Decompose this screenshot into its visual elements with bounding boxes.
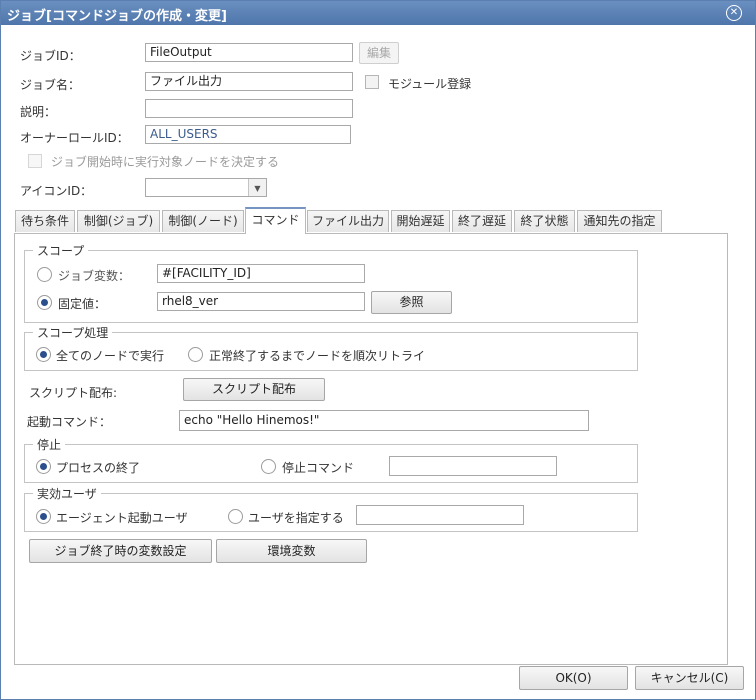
tab-control-job[interactable]: 制御(ジョブ) [77, 210, 160, 232]
fixed-value-label: 固定値： [58, 297, 107, 311]
owner-role-input[interactable]: ALL_USERS [145, 125, 351, 144]
owner-role-label: オーナーロールID： [20, 131, 129, 145]
edit-button[interactable]: 編集 [359, 42, 399, 64]
dialog-window: ジョブ[コマンドジョブの作成・変更] ✕ ジョブID： FileOutput 編… [0, 0, 756, 700]
fixed-value-input[interactable]: rhel8_ver [157, 292, 365, 311]
specify-user-radio[interactable] [228, 509, 243, 524]
tab-notification[interactable]: 通知先の指定 [577, 210, 662, 232]
ok-button[interactable]: OK(O) [519, 666, 628, 690]
start-command-label: 起動コマンド： [27, 415, 112, 429]
cancel-button[interactable]: キャンセル(C) [635, 666, 744, 690]
job-variable-label: ジョブ変数： [58, 269, 131, 283]
process-end-label: プロセスの終了 [56, 461, 141, 475]
fixed-value-radio[interactable] [37, 295, 52, 310]
var-setting-button[interactable]: ジョブ終了時の変数設定 [29, 539, 212, 563]
job-name-input[interactable]: ファイル出力 [145, 72, 353, 91]
icon-id-label: アイコンID： [20, 184, 93, 198]
module-register-label: モジュール登録 [388, 77, 472, 91]
tab-wait-condition[interactable]: 待ち条件 [15, 210, 75, 232]
job-id-label: ジョブID： [20, 49, 81, 63]
effective-user-title: 実効ユーザ [33, 485, 101, 502]
script-distribution-label: スクリプト配布: [29, 386, 118, 400]
retry-nodes-radio[interactable] [188, 347, 203, 362]
decide-node-label: ジョブ開始時に実行対象ノードを決定する [51, 155, 280, 169]
close-icon[interactable]: ✕ [726, 5, 742, 21]
title-bar: ジョブ[コマンドジョブの作成・変更] ✕ [1, 1, 755, 25]
tab-start-delay[interactable]: 開始遅延 [391, 210, 450, 232]
stop-command-radio[interactable] [261, 459, 276, 474]
decide-node-checkbox[interactable] [28, 154, 42, 168]
script-distribution-button[interactable]: スクリプト配布 [183, 378, 325, 401]
job-id-input[interactable]: FileOutput [145, 43, 353, 62]
stop-command-label: 停止コマンド [282, 461, 355, 475]
tab-control-node[interactable]: 制御(ノード) [162, 210, 244, 232]
tab-end-status[interactable]: 終了状態 [514, 210, 575, 232]
agent-user-radio[interactable] [36, 509, 51, 524]
scope-group: スコープ [24, 242, 638, 323]
chevron-down-icon[interactable]: ▼ [248, 179, 266, 196]
reference-button[interactable]: 参照 [371, 291, 452, 314]
description-label: 説明： [20, 105, 57, 119]
stop-command-input[interactable] [389, 456, 557, 476]
tab-end-delay[interactable]: 終了遅延 [452, 210, 512, 232]
agent-user-label: エージェント起動ユーザ [56, 511, 188, 525]
icon-id-select[interactable]: ▼ [145, 178, 267, 197]
stop-group-title: 停止 [33, 436, 66, 453]
window-title: ジョブ[コマンドジョブの作成・変更] [7, 9, 227, 24]
job-variable-radio[interactable] [37, 267, 52, 282]
env-var-button[interactable]: 環境変数 [216, 539, 367, 563]
start-command-input[interactable]: echo "Hello Hinemos!" [179, 410, 589, 431]
module-register-checkbox[interactable] [365, 75, 379, 89]
specify-user-label: ユーザを指定する [248, 511, 344, 525]
retry-nodes-label: 正常終了するまでノードを順次リトライ [209, 349, 426, 363]
description-input[interactable] [145, 99, 353, 118]
job-variable-input[interactable]: #[FACILITY_ID] [157, 264, 365, 283]
scope-group-title: スコープ [33, 242, 89, 259]
all-nodes-label: 全てのノードで実行 [56, 349, 165, 363]
job-name-label: ジョブ名： [20, 78, 81, 92]
tab-file-output[interactable]: ファイル出力 [307, 210, 389, 232]
specify-user-input[interactable] [356, 505, 524, 525]
process-end-radio[interactable] [36, 459, 51, 474]
scope-processing-title: スコープ処理 [33, 324, 113, 341]
tab-command[interactable]: コマンド [245, 207, 306, 234]
all-nodes-radio[interactable] [36, 347, 51, 362]
